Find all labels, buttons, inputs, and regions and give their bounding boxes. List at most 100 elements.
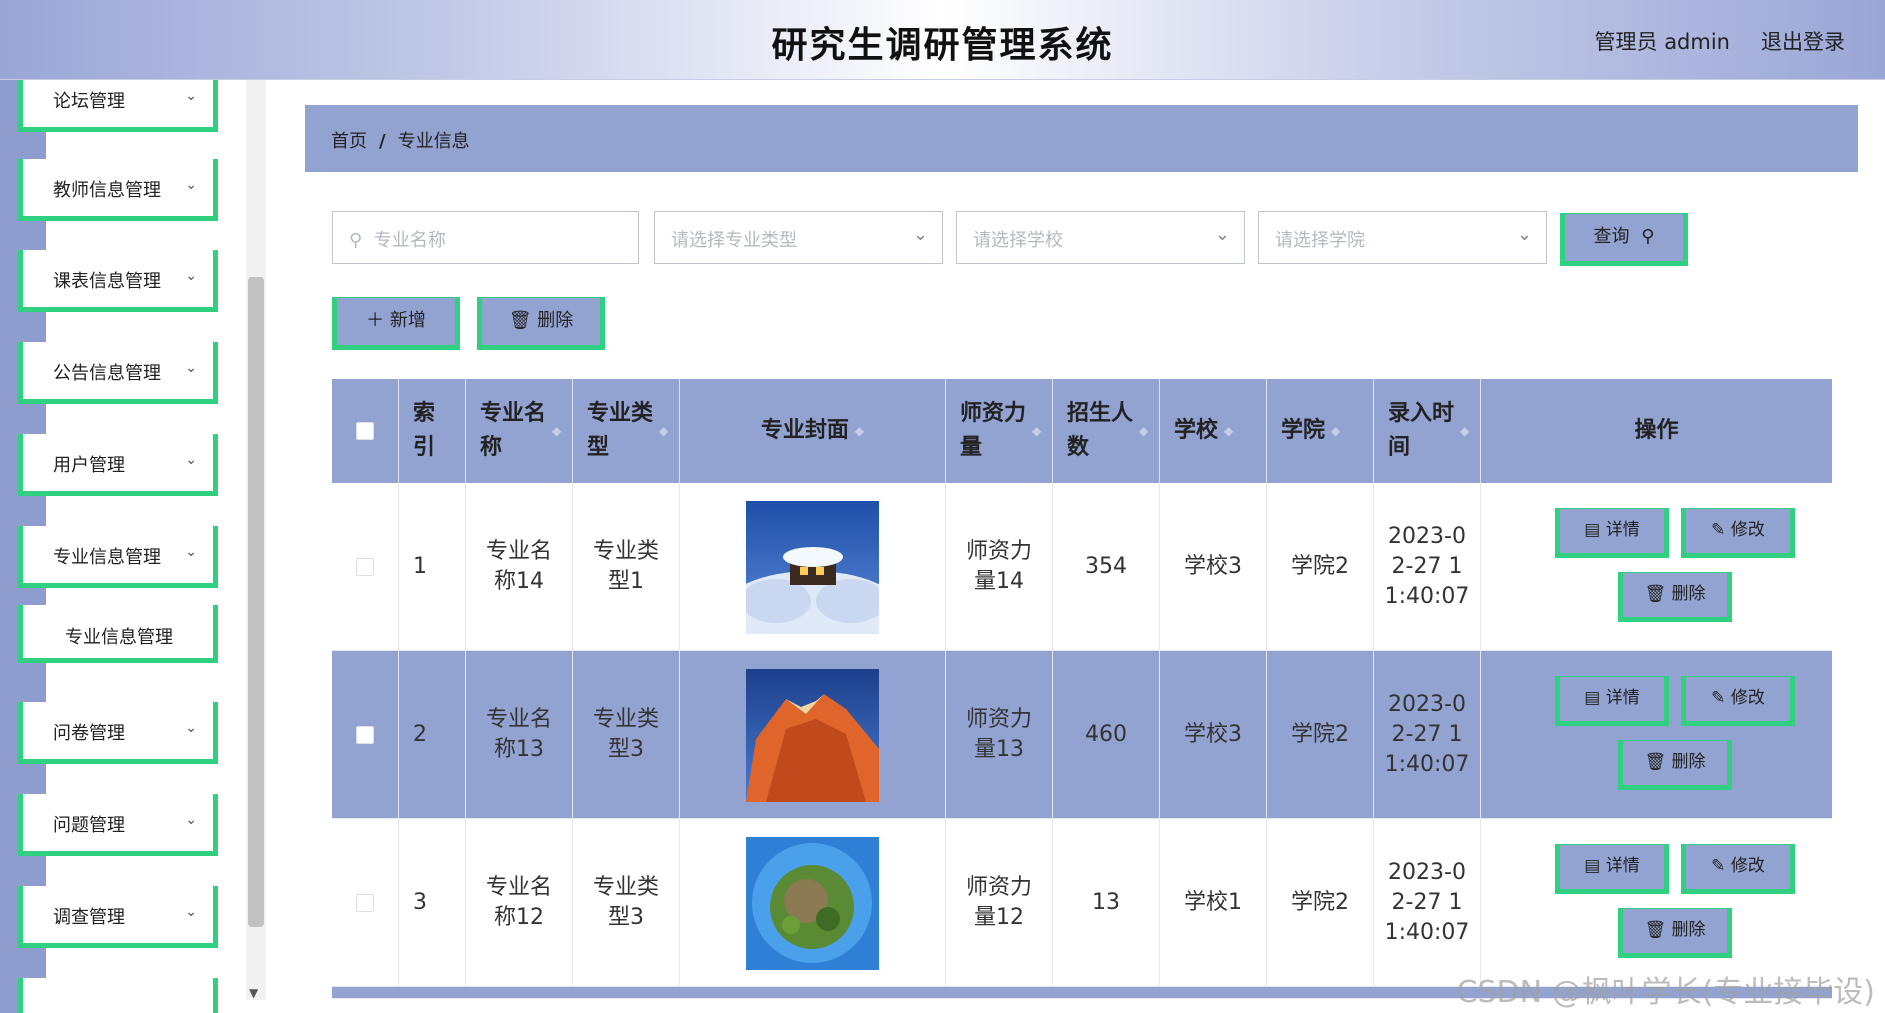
major-name-search-input[interactable]: ⚲ 专业名称 bbox=[332, 211, 639, 264]
cell-type: 专业类 型3 bbox=[573, 819, 680, 987]
scrollbar-thumb[interactable] bbox=[248, 277, 264, 927]
th-index: 索 引 bbox=[399, 379, 466, 483]
th-time[interactable]: 录入时 间 ◆ bbox=[1374, 379, 1481, 483]
cell-college: 学院2 bbox=[1267, 819, 1374, 987]
snow-house-cover-image[interactable] bbox=[746, 500, 879, 634]
th-college[interactable]: 学院 ◆ bbox=[1267, 379, 1374, 483]
th-ops: 操作 bbox=[1634, 418, 1679, 443]
row-checkbox-cell bbox=[332, 651, 399, 819]
chevron-down-icon: ⌄ bbox=[1516, 224, 1532, 245]
cell-index: 3 bbox=[399, 819, 466, 987]
add-button[interactable]: ＋ 新增 bbox=[332, 297, 460, 350]
chevron-down-icon: ⌄ bbox=[185, 360, 197, 376]
cell-enroll: 13 bbox=[1053, 819, 1160, 987]
row-checkbox-cell bbox=[332, 483, 399, 651]
sidebar-item-users[interactable]: 用户管理 ⌄ bbox=[18, 434, 218, 496]
breadcrumb-current: 专业信息 bbox=[397, 131, 470, 152]
edit-button[interactable]: ✎ 修改 bbox=[1681, 508, 1795, 558]
row-checkbox[interactable] bbox=[356, 726, 374, 744]
red-mountain-cover-image[interactable] bbox=[746, 668, 879, 802]
delete-label: 删除 bbox=[537, 310, 574, 331]
sidebar-item-majors[interactable]: 专业信息管理 ⌄ bbox=[18, 526, 218, 588]
chevron-down-icon: ⌄ bbox=[185, 720, 197, 736]
school-select[interactable]: 请选择学校 ⌄ bbox=[956, 211, 1245, 264]
chevron-down-icon: ⌄ bbox=[1214, 224, 1230, 245]
th-faculty[interactable]: 师资力 量 ◆ bbox=[946, 379, 1053, 483]
college-select[interactable]: 请选择学院 ⌄ bbox=[1258, 211, 1547, 264]
cell-ops: ▤ 详情 ✎ 修改 🗑 删除 bbox=[1481, 819, 1832, 987]
detail-button[interactable]: ▤ 详情 bbox=[1555, 508, 1669, 558]
th-enroll[interactable]: 招生人 数 ◆ bbox=[1053, 379, 1160, 483]
trash-icon: 🗑 bbox=[508, 310, 532, 331]
delete-button[interactable]: 🗑 删除 bbox=[1618, 908, 1732, 958]
th-type-label: 专业类 型 bbox=[587, 401, 654, 460]
detail-button[interactable]: ▤ 详情 bbox=[1555, 676, 1669, 726]
sidebar-item-questions[interactable]: 问题管理 ⌄ bbox=[18, 794, 218, 856]
th-college-label: 学院 bbox=[1281, 418, 1326, 443]
detail-button[interactable]: ▤ 详情 bbox=[1555, 844, 1669, 894]
chevron-down-icon: ⌄ bbox=[185, 88, 197, 104]
search-icon: ⚲ bbox=[349, 230, 363, 251]
search-placeholder: 专业名称 bbox=[373, 230, 446, 251]
sidebar-item-label: 用户管理 bbox=[53, 455, 125, 476]
sidebar-item-schedule[interactable]: 课表信息管理 ⌄ bbox=[18, 250, 218, 312]
sidebar-item-label: 论坛管理 bbox=[53, 91, 125, 112]
edit-label: 修改 bbox=[1730, 688, 1765, 708]
cell-cover bbox=[680, 819, 946, 987]
breadcrumb-home[interactable]: 首页 bbox=[331, 131, 367, 152]
cell-school: 学校1 bbox=[1160, 819, 1267, 987]
query-label: 查询 bbox=[1593, 226, 1630, 247]
sort-icon[interactable]: ◆ bbox=[1139, 414, 1148, 448]
row-checkbox-cell bbox=[332, 819, 399, 987]
sidebar-item-label: 教师信息管理 bbox=[53, 180, 161, 201]
edit-button[interactable]: ✎ 修改 bbox=[1681, 676, 1795, 726]
th-name[interactable]: 专业名 称 ◆ bbox=[466, 379, 573, 483]
table-row: 1 专业名 称14 专业类 型1 师资力 量14 354 学校3 学院2 202… bbox=[332, 483, 1832, 651]
sort-icon[interactable]: ◆ bbox=[1331, 414, 1340, 448]
th-cover[interactable]: 专业封面 ◆ bbox=[680, 379, 946, 483]
th-faculty-label: 师资力 量 bbox=[960, 401, 1027, 460]
delete-label: 删除 bbox=[1671, 584, 1706, 604]
sort-icon[interactable]: ◆ bbox=[659, 414, 668, 448]
table-row: 3 专业名 称12 专业类 型3 师资力 量12 13 学校1 学院2 2023… bbox=[332, 819, 1832, 987]
pencil-icon: ✎ bbox=[1711, 688, 1726, 708]
delete-button[interactable]: 🗑 删除 bbox=[1618, 740, 1732, 790]
tiny-planet-cover-image[interactable] bbox=[746, 836, 879, 970]
sidebar-item-forum[interactable]: 论坛管理 ⌄ bbox=[18, 80, 218, 132]
sort-icon[interactable]: ◆ bbox=[1224, 414, 1233, 448]
sidebar-item-more[interactable] bbox=[18, 978, 218, 1013]
select-all-checkbox[interactable] bbox=[356, 422, 374, 440]
query-button[interactable]: 查询 ⚲ bbox=[1560, 213, 1688, 266]
edit-button[interactable]: ✎ 修改 bbox=[1681, 844, 1795, 894]
sidebar-scrollbar[interactable]: ▼ bbox=[246, 80, 266, 1000]
sort-icon[interactable]: ◆ bbox=[855, 414, 864, 448]
cell-faculty: 师资力 量14 bbox=[946, 483, 1053, 651]
scroll-down-arrow-icon[interactable]: ▼ bbox=[249, 986, 258, 1000]
major-type-select[interactable]: 请选择专业类型 ⌄ bbox=[654, 211, 943, 264]
delete-label: 删除 bbox=[1671, 920, 1706, 940]
row-checkbox[interactable] bbox=[356, 558, 374, 576]
cell-enroll: 354 bbox=[1053, 483, 1160, 651]
trash-icon: 🗑 bbox=[1644, 752, 1667, 772]
sidebar-item-questionnaires[interactable]: 问卷管理 ⌄ bbox=[18, 702, 218, 764]
bulk-delete-button[interactable]: 🗑 删除 bbox=[477, 297, 605, 350]
th-school[interactable]: 学校 ◆ bbox=[1160, 379, 1267, 483]
sort-icon[interactable]: ◆ bbox=[552, 414, 561, 448]
sort-icon[interactable]: ◆ bbox=[1460, 414, 1469, 448]
edit-label: 修改 bbox=[1730, 520, 1765, 540]
sidebar-subitem-majors[interactable]: 专业信息管理 bbox=[18, 605, 218, 663]
row-checkbox[interactable] bbox=[356, 894, 374, 912]
trash-icon: 🗑 bbox=[1644, 920, 1667, 940]
chevron-down-icon: ⌄ bbox=[185, 544, 197, 560]
th-type[interactable]: 专业类 型 ◆ bbox=[573, 379, 680, 483]
sidebar: 论坛管理 ⌄ 教师信息管理 ⌄ 课表信息管理 ⌄ 公告信息管理 ⌄ 用户管理 ⌄… bbox=[0, 80, 266, 1013]
sidebar-item-teachers[interactable]: 教师信息管理 ⌄ bbox=[18, 159, 218, 221]
th-cover-label: 专业封面 bbox=[760, 418, 849, 443]
sidebar-item-notices[interactable]: 公告信息管理 ⌄ bbox=[18, 342, 218, 404]
sidebar-item-surveys[interactable]: 调查管理 ⌄ bbox=[18, 886, 218, 948]
delete-button[interactable]: 🗑 删除 bbox=[1618, 572, 1732, 622]
document-icon: ▤ bbox=[1584, 520, 1601, 540]
logout-link[interactable]: 退出登录 bbox=[1761, 26, 1845, 56]
sort-icon[interactable]: ◆ bbox=[1032, 414, 1041, 448]
cell-index: 2 bbox=[399, 651, 466, 819]
